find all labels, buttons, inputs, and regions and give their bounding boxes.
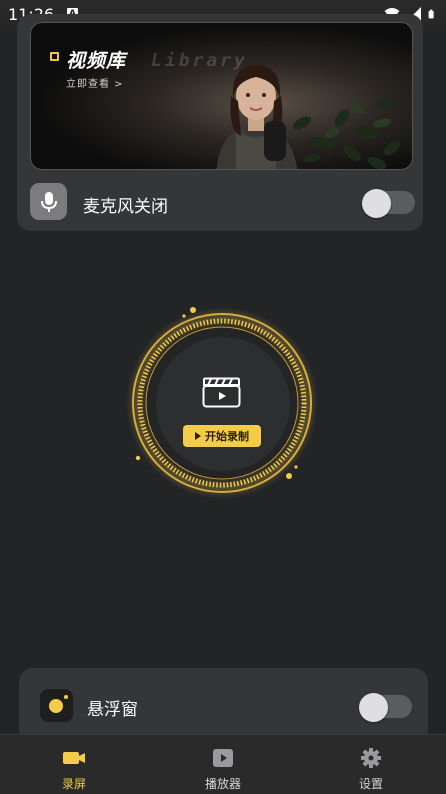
banner-background-word: Library [151, 50, 248, 71]
toggle-knob [362, 189, 391, 218]
floating-window-label: 悬浮窗 [87, 700, 138, 720]
nav-label-record: 录屏 [61, 777, 86, 791]
microphone-icon [30, 183, 67, 220]
nav-item-record[interactable]: 录屏 [34, 743, 114, 793]
microphone-toggle[interactable] [362, 189, 415, 218]
floating-window-toggle[interactable] [359, 693, 412, 722]
nav-item-settings[interactable]: 设置 [331, 743, 411, 793]
floating-window-icon [40, 689, 73, 722]
nav-label-player: 播放器 [204, 777, 241, 791]
nav-item-player[interactable]: 播放器 [183, 743, 263, 793]
banner-marker-icon [50, 52, 59, 61]
record-widget[interactable]: 开始录制 [124, 305, 320, 501]
microphone-row: 麦克风关闭 [30, 183, 415, 221]
view-now-link[interactable]: 立即查看 > [66, 75, 124, 90]
bottom-nav: 录屏 播放器 设置 [0, 734, 446, 794]
video-library-banner[interactable]: Library 视频库 立即查看 > [30, 22, 413, 170]
toggle-knob [359, 693, 388, 722]
gear-icon [361, 748, 381, 768]
start-record-label: 开始录制 [205, 430, 249, 443]
microphone-label: 麦克风关闭 [83, 197, 168, 217]
clapperboard-icon [202, 377, 241, 408]
nav-label-settings: 设置 [358, 777, 383, 791]
battery-icon [428, 9, 434, 19]
camera-icon [63, 752, 85, 764]
banner-title: 视频库 [66, 50, 127, 72]
floating-window-card: 悬浮窗 [19, 668, 428, 743]
play-small-icon [195, 432, 201, 440]
start-record-button[interactable]: 开始录制 [183, 425, 261, 447]
play-icon [213, 749, 233, 767]
